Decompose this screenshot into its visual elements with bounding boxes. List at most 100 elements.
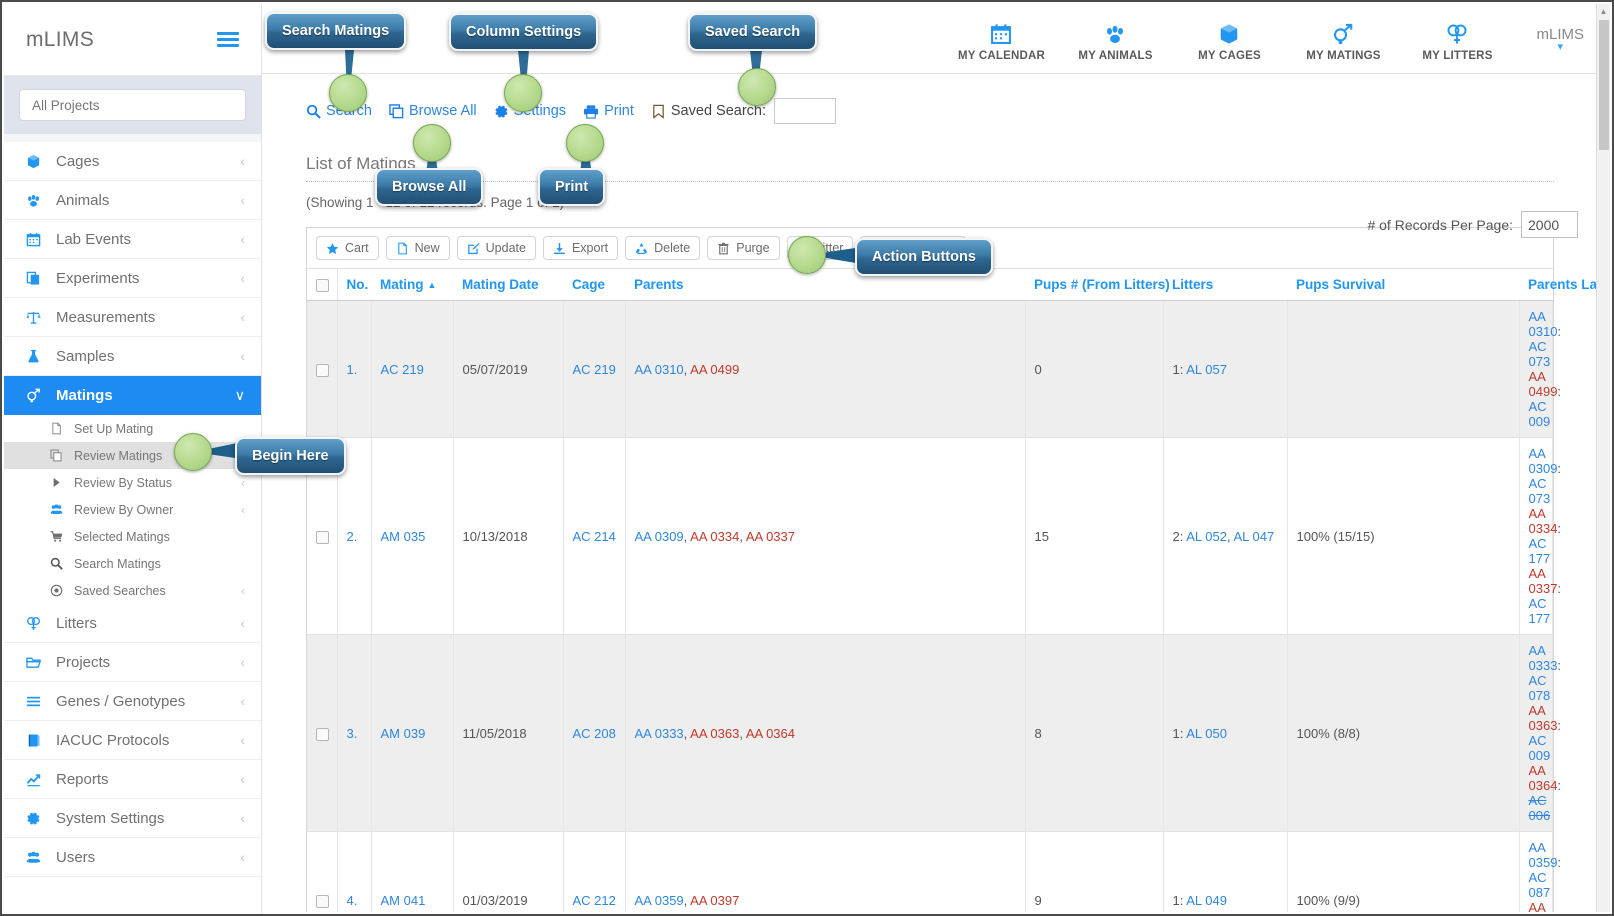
cell-no[interactable]: 3. <box>337 634 372 832</box>
cell-parents[interactable]: AA 0333, AA 0363, AA 0364 <box>625 634 1026 832</box>
sidebar-item-system-settings[interactable]: System Settings ‹ <box>4 799 261 838</box>
sidebar-subitem-review-by-status[interactable]: Review By Status ‹ <box>4 469 261 496</box>
cube-icon <box>1172 21 1286 47</box>
calendar-icon <box>944 21 1058 47</box>
sidebar-item-cages[interactable]: Cages ‹ <box>4 142 261 181</box>
sidebar-item-matings[interactable]: Matings ∨ <box>4 376 261 415</box>
row-checkbox[interactable] <box>316 530 329 544</box>
cell-litters[interactable]: 2: AL 052, AL 047 <box>1163 437 1288 635</box>
row-select-cell[interactable] <box>307 300 338 438</box>
sidebar-item-genes-genotypes[interactable]: Genes / Genotypes ‹ <box>4 682 261 721</box>
cell-cage[interactable]: AC 212 <box>563 831 626 912</box>
col-pups-survival[interactable]: Pups Survival <box>1287 269 1519 301</box>
sidebar-item-users[interactable]: Users ‹ <box>4 838 261 877</box>
topnav-my-animals[interactable]: MY ANIMALS <box>1058 15 1172 62</box>
sidebar-item-reports[interactable]: Reports ‹ <box>4 760 261 799</box>
saved-search-input[interactable] <box>774 98 837 124</box>
cell-mating[interactable]: AM 035 <box>371 437 454 635</box>
gear-icon <box>26 811 56 826</box>
cell-parents-last-holding-cages[interactable]: AA 0333: AC 078 AA 0363: AC 009 AA 0364: A… <box>1519 634 1561 832</box>
chevron-icon: ‹ <box>240 693 245 709</box>
topnav-my-litters[interactable]: MY LITTERS <box>1400 15 1514 62</box>
col-pups[interactable]: Pups # (From Litters) <box>1025 269 1170 301</box>
update-button[interactable]: Update <box>456 236 536 260</box>
cell-parents-last-holding-cages[interactable]: AA 0310: AC 073 AA 0499: AC 009 <box>1519 300 1561 438</box>
topnav-my-calendar[interactable]: MY CALENDAR <box>944 15 1058 62</box>
records-per-page-input[interactable] <box>1521 211 1578 238</box>
sidebar-item-iacuc-protocols[interactable]: IACUC Protocols ‹ <box>4 721 261 760</box>
sidebar-item-lab-events[interactable]: Lab Events ‹ <box>4 220 261 259</box>
sidebar-item-experiments[interactable]: Experiments ‹ <box>4 259 261 298</box>
topnav-my-cages[interactable]: MY CAGES <box>1172 15 1286 62</box>
export-button[interactable]: Export <box>542 236 619 260</box>
browse-all-button[interactable]: Browse All <box>389 103 477 119</box>
cell-parents[interactable]: AA 0309, AA 0334, AA 0337 <box>625 437 1026 635</box>
table-row[interactable]: 3. AM 039 11/05/2018 AC 208 AA 0333, AA 0363… <box>307 634 1561 832</box>
hamburger-menu-icon[interactable] <box>217 29 239 50</box>
topnav-my-matings[interactable]: MY MATINGS <box>1286 15 1400 62</box>
cell-no[interactable]: 4. <box>337 831 372 912</box>
sidebar-item-measurements[interactable]: Measurements ‹ <box>4 298 261 337</box>
project-filter-input[interactable] <box>19 89 246 121</box>
sidebar-item-litters[interactable]: Litters ‹ <box>4 604 261 643</box>
col-parents-last-holding-cages[interactable]: Parents Last Holding Cages <box>1519 269 1598 301</box>
cell-mating[interactable]: AC 219 <box>371 300 454 438</box>
purge-button[interactable]: Purge <box>707 236 780 260</box>
sidebar-subitem-search-matings[interactable]: Search Matings <box>4 550 261 577</box>
sidebar-item-label: Lab Events <box>56 230 132 248</box>
app-window: mLIMS Cages‹Animals‹Lab Events‹Experimen… <box>0 0 1614 916</box>
select-all-header <box>307 269 338 301</box>
table-row[interactable]: 2. AM 035 10/13/2018 AC 214 AA 0309, AA 0334… <box>307 437 1561 635</box>
row-checkbox[interactable] <box>316 363 329 377</box>
cell-cage[interactable]: AC 208 <box>563 634 626 832</box>
user-menu[interactable]: mLIMS ▾ <box>1536 26 1584 53</box>
sidebar-subitem-selected-matings[interactable]: Selected Matings <box>4 523 261 550</box>
vertical-scrollbar[interactable]: ▲ <box>1596 4 1610 912</box>
sidebar-subitem-review-by-owner[interactable]: Review By Owner ‹ <box>4 496 261 523</box>
cell-cage[interactable]: AC 214 <box>563 437 626 635</box>
row-select-cell[interactable] <box>307 634 338 832</box>
cell-parents[interactable]: AA 0359, AA 0397 <box>625 831 1026 912</box>
row-checkbox[interactable] <box>316 727 329 741</box>
cell-mating[interactable]: AM 041 <box>371 831 454 912</box>
select-all-checkbox[interactable] <box>316 278 329 292</box>
table-row[interactable]: 1. AC 219 05/07/2019 AC 219 AA 0310, AA 0499… <box>307 300 1561 438</box>
cell-parents[interactable]: AA 0310, AA 0499 <box>625 300 1026 438</box>
sidebar-subitem-set-up-mating[interactable]: Set Up Mating <box>4 415 261 442</box>
cell-litters[interactable]: 1: AL 049 <box>1163 831 1288 912</box>
sidebar-subitem-review-matings[interactable]: Review Matings <box>4 442 261 469</box>
saved-search-group: Saved Search: <box>651 98 837 124</box>
sidebar-subitem-saved-searches[interactable]: Saved Searches ‹ <box>4 577 261 604</box>
sidebar-item-animals[interactable]: Animals ‹ <box>4 181 261 220</box>
row-checkbox[interactable] <box>316 894 329 908</box>
col-mating[interactable]: Mating ▲ <box>371 269 453 301</box>
scroll-up-icon[interactable]: ▲ <box>1597 4 1610 18</box>
chevron-icon: ‹ <box>240 348 245 364</box>
cell-no[interactable]: 1. <box>337 300 372 438</box>
trash-icon <box>717 242 730 255</box>
cell-litters[interactable]: 1: AL 050 <box>1163 634 1288 832</box>
scrollbar-thumb[interactable] <box>1599 20 1609 150</box>
list-icon <box>26 694 56 709</box>
cart-button[interactable]: Cart <box>316 236 379 260</box>
cell-pups: 15 <box>1025 437 1164 635</box>
col-litters[interactable]: Litters <box>1163 269 1287 301</box>
cell-parents-last-holding-cages[interactable]: AA 0359: AC 087AA 0397: AC 094 <box>1519 831 1561 912</box>
cage-link: AC 073 <box>1528 339 1551 369</box>
table-row[interactable]: 4. AM 041 01/03/2019 AC 212 AA 0359, AA 0397… <box>307 831 1561 912</box>
cell-litters[interactable]: 1: AL 057 <box>1163 300 1288 438</box>
cell-cage[interactable]: AC 219 <box>563 300 626 438</box>
delete-button[interactable]: Delete <box>625 236 701 260</box>
sidebar-item-projects[interactable]: Projects ‹ <box>4 643 261 682</box>
female-icon <box>1400 21 1514 47</box>
gear-icon <box>494 104 509 119</box>
cell-mating[interactable]: AM 039 <box>371 634 454 832</box>
new-button[interactable]: New <box>385 236 450 260</box>
print-button[interactable]: Print <box>583 103 634 119</box>
sidebar-item-samples[interactable]: Samples ‹ <box>4 337 261 376</box>
col-no[interactable]: No. <box>337 269 371 301</box>
col-mating-date[interactable]: Mating Date <box>453 269 563 301</box>
row-select-cell[interactable] <box>307 831 338 912</box>
cell-parents-last-holding-cages[interactable]: AA 0309: AC 073 AA 0334: AC 177 AA 0337: A… <box>1519 437 1561 635</box>
col-cage[interactable]: Cage <box>563 269 625 301</box>
